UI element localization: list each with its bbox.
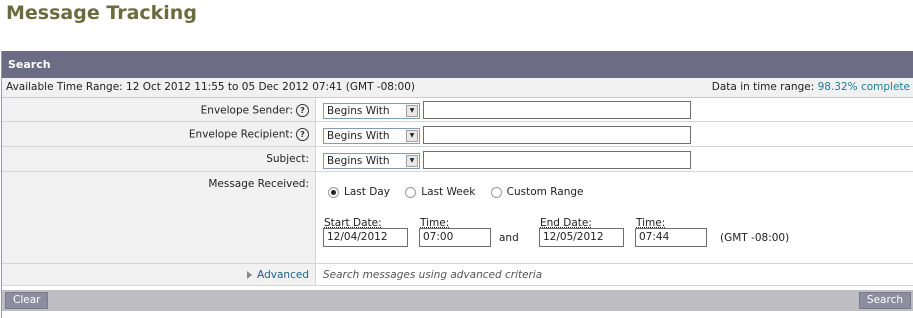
chevron-down-icon: ▼	[406, 155, 418, 167]
radio-custom-range[interactable]: Custom Range	[490, 186, 583, 198]
available-time-range: Available Time Range: 12 Oct 2012 11:55 …	[6, 81, 415, 93]
page-title: Message Tracking	[6, 2, 197, 24]
envelope-sender-row: Envelope Sender:? Begins With ▼	[2, 98, 913, 122]
advanced-toggle[interactable]: Advanced	[247, 269, 309, 281]
time-range-bar: Available Time Range: 12 Oct 2012 11:55 …	[2, 78, 913, 98]
help-icon[interactable]: ?	[296, 128, 309, 141]
data-in-range-label: Data in time range:	[711, 81, 815, 93]
subject-row: Subject: Begins With ▼	[2, 147, 913, 172]
envelope-sender-operator-select[interactable]: Begins With ▼	[323, 103, 420, 119]
advanced-row: Advanced Search messages using advanced …	[2, 264, 913, 286]
search-panel: Search Available Time Range: 12 Oct 2012…	[1, 51, 913, 318]
end-date-input[interactable]: 12/05/2012	[539, 228, 624, 247]
envelope-sender-operator-value: Begins With	[327, 105, 390, 117]
subject-operator-value: Begins With	[327, 155, 390, 167]
start-time-input[interactable]: 07:00	[419, 228, 491, 247]
end-time-input[interactable]: 07:44	[635, 228, 707, 247]
start-date-input[interactable]: 12/04/2012	[323, 228, 408, 247]
data-in-range: Data in time range: 98.32% complete	[712, 78, 910, 97]
subject-label: Subject:	[266, 153, 309, 165]
envelope-sender-input[interactable]	[423, 101, 691, 119]
radio-last-week[interactable]: Last Week	[405, 186, 475, 198]
envelope-recipient-row: Envelope Recipient:? Begins With ▼	[2, 122, 913, 147]
message-received-label: Message Received:	[208, 178, 309, 190]
envelope-sender-label: Envelope Sender:	[200, 104, 293, 117]
search-button[interactable]: Search	[858, 292, 911, 309]
message-received-row: Message Received: Last Day Last Week Cus…	[2, 172, 913, 264]
footer-bar: Clear Search	[2, 290, 913, 311]
clear-button[interactable]: Clear	[5, 292, 49, 309]
envelope-recipient-operator-select[interactable]: Begins With ▼	[323, 128, 420, 144]
envelope-recipient-operator-value: Begins With	[327, 130, 390, 142]
subject-input[interactable]	[423, 151, 691, 169]
and-label: and	[499, 232, 519, 244]
panel-header: Search	[2, 51, 913, 78]
expand-triangle-icon	[247, 271, 253, 279]
envelope-recipient-label: Envelope Recipient:	[188, 128, 293, 141]
help-icon[interactable]: ?	[296, 104, 309, 117]
advanced-description: Search messages using advanced criteria	[323, 269, 543, 281]
radio-last-day[interactable]: Last Day	[328, 186, 390, 198]
chevron-down-icon: ▼	[406, 105, 418, 117]
received-range-radio-group: Last Day Last Week Custom Range	[328, 186, 595, 198]
chevron-down-icon: ▼	[406, 130, 418, 142]
data-in-range-value: 98.32% complete	[817, 81, 910, 93]
advanced-link-label: Advanced	[257, 269, 309, 281]
subject-operator-select[interactable]: Begins With ▼	[323, 153, 420, 169]
timezone-label: (GMT -08:00)	[720, 232, 790, 244]
envelope-recipient-input[interactable]	[423, 126, 691, 144]
